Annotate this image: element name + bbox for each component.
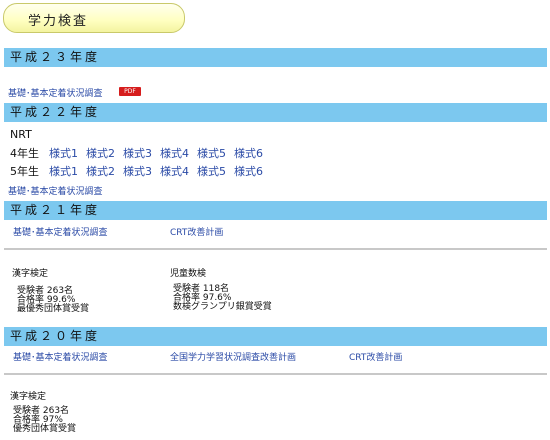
math-test-title-h21: 児童数検 [170, 269, 207, 279]
stat-line: 最優秀団体賞受賞 [17, 304, 90, 314]
stat-line: 数検グランプリ銀賞受賞 [173, 302, 272, 312]
h20-crt-plan-link[interactable]: CRT改善計画 [349, 350, 402, 363]
year-header-h21: 平成２１年度 [4, 201, 547, 220]
grade5-style1-link[interactable]: 様式1 [49, 163, 78, 179]
grade4-style3-link[interactable]: 様式3 [123, 145, 152, 161]
divider [4, 373, 547, 375]
divider [4, 248, 547, 250]
kanji-stats-h21: 受験者 263名 合格率 99.6% 最優秀団体賞受賞 [17, 287, 89, 314]
pdf-icon[interactable]: PDF [119, 87, 141, 96]
grade5-style6-link[interactable]: 様式6 [234, 163, 263, 179]
grade5-label: 5年生 [10, 165, 39, 178]
grade5-style5-link[interactable]: 様式5 [197, 163, 226, 179]
page-title-banner: 学力検査 [3, 3, 185, 33]
grade5-style3-link[interactable]: 様式3 [123, 163, 152, 179]
year-header-h23: 平成２３年度 [4, 48, 547, 67]
grade4-style6-link[interactable]: 様式6 [234, 145, 263, 161]
h20-basic-survey-link[interactable]: 基礎･基本定着状況調査 [13, 350, 108, 363]
year-header-h20: 平成２０年度 [4, 327, 547, 346]
grade4-label: 4年生 [10, 147, 39, 160]
page-title: 学力検査 [28, 14, 89, 29]
grade5-style2-link[interactable]: 様式2 [86, 163, 115, 179]
h21-crt-plan-link[interactable]: CRT改善計画 [170, 225, 223, 238]
kanji-stats-h20: 受験者 263名 合格率 97% 優秀団体賞受賞 [13, 407, 76, 434]
h21-basic-survey-link[interactable]: 基礎･基本定着状況調査 [13, 225, 108, 238]
stat-line: 優秀団体賞受賞 [13, 424, 77, 434]
grade4-style1-link[interactable]: 様式1 [49, 145, 78, 161]
kanji-test-title-h20: 漢字検定 [10, 392, 47, 402]
grade4-style4-link[interactable]: 様式4 [160, 145, 189, 161]
year-header-h22: 平成２２年度 [4, 103, 547, 122]
math-stats-h21: 受験者 118名 合格率 97.6% 数検グランプリ銀賞受賞 [173, 285, 272, 312]
grade4-style5-link[interactable]: 様式5 [197, 145, 226, 161]
h23-basic-survey-link[interactable]: 基礎･基本定着状況調査 [8, 86, 103, 99]
kanji-test-title-h21: 漢字検定 [12, 269, 49, 279]
nrt-label: NRT [10, 128, 32, 141]
h22-basic-survey-link[interactable]: 基礎･基本定着状況調査 [8, 184, 103, 197]
h20-national-survey-link[interactable]: 全国学力学習状況調査改善計画 [170, 350, 296, 363]
grade5-style4-link[interactable]: 様式4 [160, 163, 189, 179]
grade4-style2-link[interactable]: 様式2 [86, 145, 115, 161]
